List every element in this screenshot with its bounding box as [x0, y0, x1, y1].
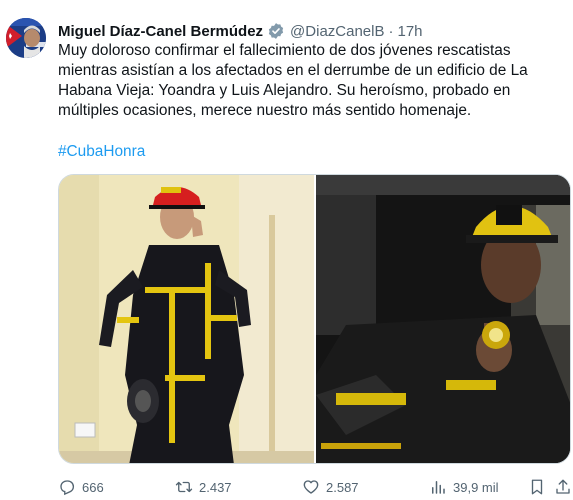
- heart-icon: [303, 480, 319, 494]
- share-button[interactable]: [554, 478, 573, 496]
- reply-icon: [60, 480, 75, 496]
- tweet-text-line: Habana Vieja: Yoandra y Luis Alejandro. …: [58, 82, 511, 99]
- tweet-timestamp[interactable]: 17h: [397, 23, 422, 40]
- repost-count: 2.437: [199, 479, 232, 495]
- share-icon: [556, 479, 570, 494]
- like-count: 2.587: [326, 479, 359, 495]
- tweet-text-line: mientras asistían a los afectados en el …: [58, 62, 528, 79]
- bookmark-button[interactable]: [528, 478, 552, 496]
- avatar[interactable]: [6, 18, 46, 58]
- tweet-actions: 666 2.437 2.587 39,9 mil: [58, 476, 571, 498]
- views-count: 39,9 mil: [453, 479, 499, 495]
- views-button[interactable]: 39,9 mil: [429, 478, 499, 496]
- tweet-text-line: Muy doloroso confirmar el fallecimiento …: [58, 42, 511, 59]
- like-button[interactable]: 2.587: [302, 478, 359, 496]
- author-name[interactable]: Miguel Díaz-Canel Bermúdez: [58, 23, 263, 40]
- reply-count: 666: [82, 479, 104, 495]
- female-firefighter-photo[interactable]: [59, 175, 314, 463]
- repost-icon: [175, 481, 193, 493]
- hashtag-link[interactable]: #CubaHonra: [58, 143, 145, 161]
- tweet[interactable]: Miguel Díaz-Canel Bermúdez @DiazCanelB ·…: [0, 0, 573, 500]
- views-chart-icon: [432, 481, 445, 494]
- header-separator: ·: [388, 22, 394, 40]
- bookmark-icon: [531, 479, 543, 495]
- tweet-media: [58, 174, 571, 464]
- tweet-header: Miguel Díaz-Canel Bermúdez @DiazCanelB ·…: [58, 20, 423, 42]
- verified-badge-icon: [267, 22, 285, 40]
- tweet-text: Muy doloroso confirmar el fallecimiento …: [58, 41, 558, 121]
- male-firefighter-photo[interactable]: [316, 175, 570, 463]
- repost-button[interactable]: 2.437: [175, 478, 232, 496]
- tweet-text-line: múltiples ocasiones, merece nuestro más …: [58, 102, 472, 119]
- author-handle[interactable]: @DiazCanelB: [290, 23, 384, 40]
- reply-button[interactable]: 666: [58, 478, 104, 496]
